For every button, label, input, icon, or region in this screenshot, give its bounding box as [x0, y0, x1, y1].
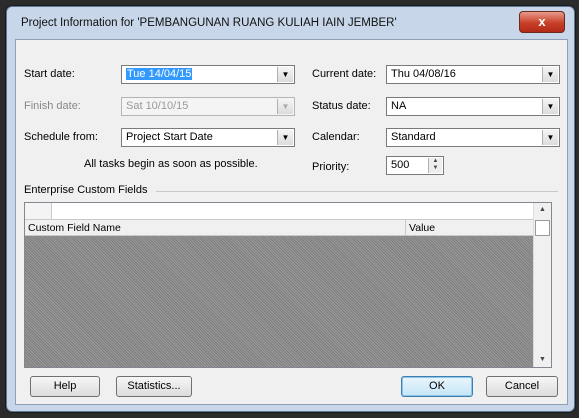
project-information-dialog: Project Information for 'PEMBANGUNAN RUA…: [6, 6, 575, 412]
scroll-down-icon[interactable]: ▼: [534, 353, 551, 367]
current-date-combo[interactable]: Thu 04/08/16 ▼: [386, 65, 560, 84]
close-icon: x: [538, 14, 546, 29]
schedule-from-value[interactable]: Project Start Date: [126, 131, 213, 143]
section-divider: [156, 191, 558, 192]
column-divider[interactable]: [405, 220, 406, 235]
finish-date-combo: Sat 10/10/15 ▼: [121, 97, 295, 116]
enterprise-fields-heading: Enterprise Custom Fields: [24, 184, 148, 196]
calendar-value[interactable]: Standard: [391, 131, 436, 143]
status-date-combo[interactable]: NA ▼: [386, 97, 560, 116]
grid-entry-bar[interactable]: [25, 203, 533, 220]
schedule-from-label: Schedule from:: [24, 131, 98, 143]
current-date-value[interactable]: Thu 04/08/16: [391, 68, 456, 80]
status-date-value[interactable]: NA: [391, 100, 406, 112]
scroll-thumb[interactable]: [535, 220, 550, 236]
schedule-from-combo[interactable]: Project Start Date ▼: [121, 128, 295, 147]
close-button[interactable]: x: [519, 11, 565, 33]
spin-down-icon[interactable]: ▼: [429, 165, 442, 172]
column-header-value[interactable]: Value: [409, 222, 435, 234]
column-header-custom-field-name[interactable]: Custom Field Name: [28, 222, 121, 234]
cancel-button[interactable]: Cancel: [486, 376, 558, 397]
finish-date-label: Finish date:: [24, 100, 81, 112]
start-date-label: Start date:: [24, 68, 75, 80]
dialog-title: Project Information for 'PEMBANGUNAN RUA…: [21, 17, 397, 29]
spin-up-icon[interactable]: ▲: [429, 158, 442, 165]
calendar-label: Calendar:: [312, 131, 360, 143]
chevron-down-icon[interactable]: ▼: [542, 99, 558, 114]
priority-label: Priority:: [312, 161, 350, 173]
help-button[interactable]: Help: [30, 376, 100, 397]
chevron-down-icon[interactable]: ▼: [277, 67, 293, 82]
dialog-content: Start date: Tue 14/04/15 ▼ Finish date: …: [15, 39, 568, 405]
priority-spinner[interactable]: 500 ▲ ▼: [386, 156, 444, 175]
chevron-down-icon: ▼: [277, 99, 293, 114]
title-bar[interactable]: Project Information for 'PEMBANGUNAN RUA…: [7, 7, 574, 39]
statistics-button[interactable]: Statistics...: [116, 376, 192, 397]
grid-body[interactable]: [25, 236, 533, 367]
entry-bar-cell: [25, 203, 52, 219]
scroll-up-icon[interactable]: ▲: [534, 203, 551, 217]
status-date-label: Status date:: [312, 100, 371, 112]
priority-value[interactable]: 500: [391, 159, 409, 171]
current-date-label: Current date:: [312, 68, 377, 80]
custom-fields-grid[interactable]: Custom Field Name Value ▲ ▼: [24, 202, 552, 368]
chevron-down-icon[interactable]: ▼: [277, 130, 293, 145]
chevron-down-icon[interactable]: ▼: [542, 67, 558, 82]
chevron-down-icon[interactable]: ▼: [542, 130, 558, 145]
start-date-combo[interactable]: Tue 14/04/15 ▼: [121, 65, 295, 84]
finish-date-value: Sat 10/10/15: [126, 100, 189, 112]
grid-header: Custom Field Name Value: [25, 220, 533, 236]
ok-button[interactable]: OK: [401, 376, 473, 397]
schedule-note: All tasks begin as soon as possible.: [84, 158, 258, 170]
calendar-combo[interactable]: Standard ▼: [386, 128, 560, 147]
priority-spin-buttons[interactable]: ▲ ▼: [428, 158, 442, 173]
start-date-value[interactable]: Tue 14/04/15: [126, 68, 193, 80]
vertical-scrollbar[interactable]: ▲ ▼: [533, 203, 551, 367]
